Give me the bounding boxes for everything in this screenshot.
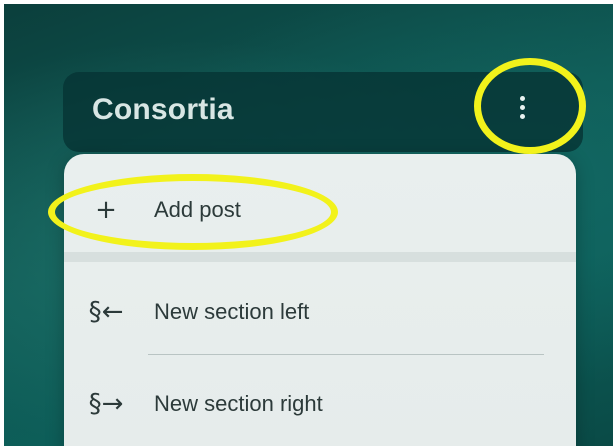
menu-item-label: New section right [154, 391, 323, 416]
board-title: Consortia [92, 93, 234, 126]
menu-divider [148, 354, 544, 355]
menu-item-add-post[interactable]: + Add post [64, 180, 576, 240]
section-right-icon: §→ [88, 389, 124, 419]
menu-section-separator [64, 252, 576, 262]
menu-item-new-section-left[interactable]: §← New section left [64, 282, 576, 342]
menu-item-label: New section left [154, 299, 310, 324]
plus-icon: + [95, 195, 117, 225]
menu-item-new-section-right[interactable]: §→ New section right [64, 374, 576, 434]
screenshot-frame: Consortia + Add post §← New section left… [0, 0, 613, 446]
vertical-ellipsis-icon [520, 105, 525, 110]
vertical-ellipsis-icon [520, 96, 525, 101]
menu-item-label: Add post [154, 197, 241, 222]
board-options-menu: + Add post §← New section left §→ New se… [64, 154, 576, 446]
section-left-icon: §← [88, 297, 124, 327]
vertical-ellipsis-icon [520, 114, 525, 119]
more-options-button[interactable] [508, 88, 538, 128]
